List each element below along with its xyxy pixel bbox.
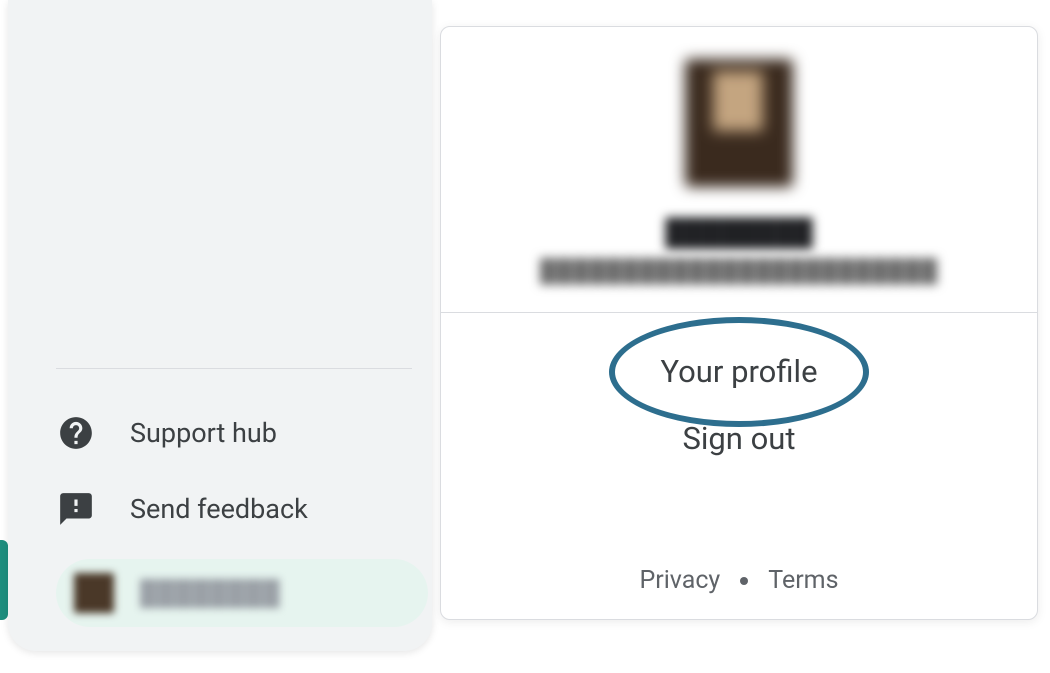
sign-out-link[interactable]: Sign out [682,420,795,457]
profile-header: ████████ ████████████████████████ [441,27,1037,312]
sidebar-user-chip[interactable]: ████████ [56,559,428,627]
avatar-small [74,573,114,613]
profile-footer: Privacy Terms [639,566,838,619]
profile-popover: ████████ ████████████████████████ Your p… [440,26,1038,620]
profile-user-name: ████████ [665,217,812,248]
privacy-link[interactable]: Privacy [639,566,720,595]
sidebar-item-support[interactable]: Support hub [56,395,416,471]
feedback-icon [56,489,96,529]
sidebar-item-label: Send feedback [130,493,308,525]
profile-links: Your profile Sign out [660,313,817,487]
help-icon [56,413,96,453]
your-profile-link[interactable]: Your profile [660,353,817,390]
sidebar-accent [0,540,8,620]
sidebar-divider [56,368,412,369]
profile-user-email: ████████████████████████ [540,258,938,284]
sidebar-item-label: Support hub [130,417,277,449]
sidebar-item-feedback[interactable]: Send feedback [56,471,416,547]
sidebar: Support hub Send feedback ████████ [8,0,432,651]
terms-link[interactable]: Terms [768,566,838,595]
user-chip-label: ████████ [140,579,280,608]
avatar-large [685,59,793,187]
separator-dot [740,577,748,585]
